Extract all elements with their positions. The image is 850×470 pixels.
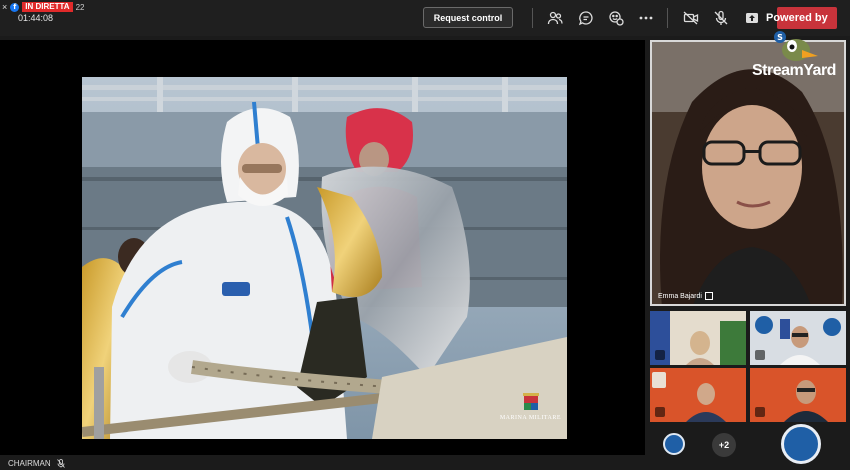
- participant-tile[interactable]: [650, 368, 746, 422]
- live-badge: IN DIRETTA: [22, 2, 73, 12]
- chat-icon[interactable]: [577, 9, 595, 27]
- live-indicator: × f IN DIRETTA 22: [2, 1, 84, 13]
- toolbar-divider: [667, 8, 668, 28]
- toolbar-divider: [532, 8, 533, 28]
- facebook-icon: f: [10, 2, 20, 12]
- speaker-name-tag: Emma Bajardi: [658, 292, 713, 300]
- pin-icon[interactable]: [704, 292, 713, 300]
- share-icon[interactable]: [743, 9, 761, 27]
- svg-text:S: S: [777, 33, 783, 42]
- rescue-photo-illustration: [82, 77, 567, 439]
- top-toolbar: × f IN DIRETTA 22 01:44:08 Request contr…: [0, 0, 850, 36]
- pin-icon[interactable]: [755, 407, 765, 417]
- marina-militare-watermark: MARINA MILITARE: [499, 415, 561, 421]
- participant-tile[interactable]: [650, 311, 746, 365]
- more-participants-button[interactable]: +2: [712, 433, 736, 457]
- live-extra-text: 22: [75, 2, 85, 12]
- speaker-name: Emma Bajardi: [658, 292, 702, 300]
- close-icon[interactable]: ×: [2, 2, 7, 12]
- participant-tile[interactable]: [750, 311, 846, 365]
- request-control-button[interactable]: Request control: [423, 7, 513, 28]
- people-icon[interactable]: [546, 9, 564, 27]
- pin-icon[interactable]: [755, 350, 765, 360]
- streamyard-logo: S StreamYard: [752, 31, 848, 88]
- pin-icon[interactable]: [655, 350, 665, 360]
- more-icon[interactable]: [637, 9, 655, 27]
- mic-off-icon: [56, 459, 65, 468]
- organization-logo-avatar[interactable]: [781, 424, 821, 464]
- streamyard-wordmark: StreamYard: [752, 62, 836, 79]
- presenter-label: CHAIRMAN: [8, 459, 65, 468]
- reactions-icon[interactable]: [607, 9, 625, 27]
- mic-off-icon[interactable]: [712, 9, 730, 27]
- navy-crest-icon: [523, 393, 539, 410]
- participant-tile[interactable]: [750, 368, 846, 422]
- meeting-timer: 01:44:08: [18, 13, 54, 23]
- shared-photo: MARINA MILITARE: [82, 77, 567, 439]
- pin-icon[interactable]: [655, 407, 665, 417]
- streamyard-mascot-icon: S: [774, 31, 818, 61]
- participant-logo-avatar[interactable]: [663, 433, 685, 455]
- presenter-name: CHAIRMAN: [8, 459, 51, 468]
- powered-by-label: Powered by: [766, 12, 828, 24]
- camera-off-icon[interactable]: [682, 9, 700, 27]
